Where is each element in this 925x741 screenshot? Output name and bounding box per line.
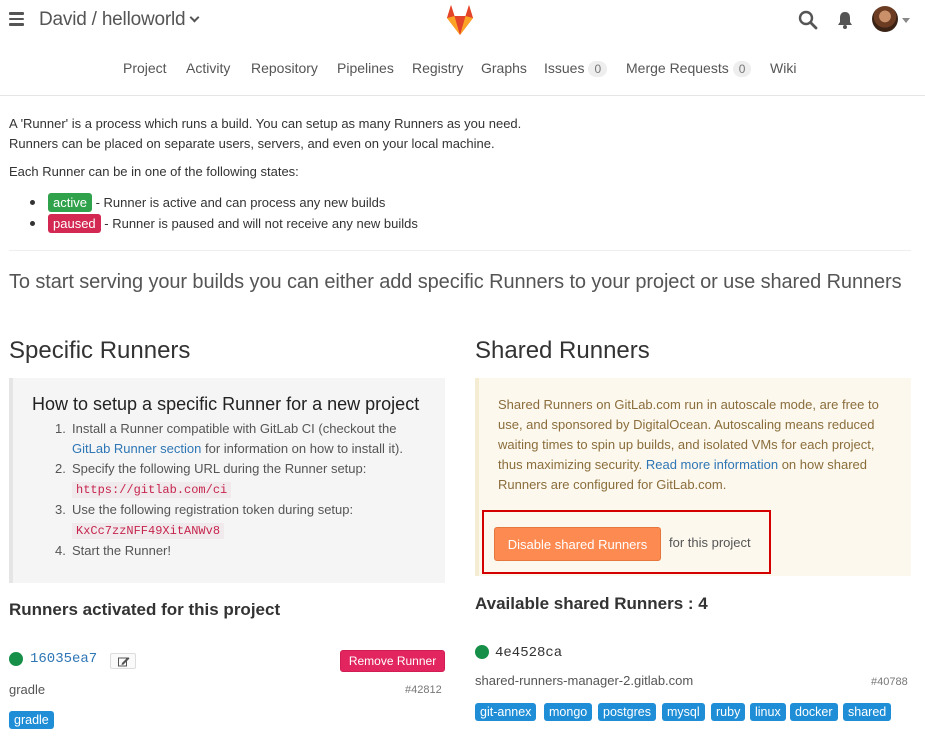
gitlab-logo-icon[interactable] bbox=[442, 2, 478, 38]
bullet-icon bbox=[30, 221, 35, 226]
activated-runners-title: Runners activated for this project bbox=[9, 600, 281, 619]
available-shared-runners-title: Available shared Runners : 4 bbox=[475, 594, 708, 613]
menu-icon[interactable] bbox=[9, 12, 24, 26]
nav-pipelines[interactable]: Pipelines bbox=[337, 60, 394, 76]
runner-description: gradle bbox=[9, 682, 46, 697]
shared-tag: mongo bbox=[544, 703, 593, 721]
runner-intro: A 'Runner' is a process which runs a bui… bbox=[9, 114, 521, 154]
setup-steps: 1. Install a Runner compatible with GitLa… bbox=[55, 419, 403, 561]
step2-text: Specify the following URL during the Run… bbox=[72, 461, 367, 476]
remove-runner-button[interactable]: Remove Runner bbox=[340, 650, 445, 672]
shared-runner-id: 4e4528ca bbox=[495, 645, 563, 661]
shared-tag: ruby bbox=[711, 703, 746, 721]
state-active-row: active - Runner is active and can proces… bbox=[30, 193, 385, 212]
shared-tag: shared bbox=[843, 703, 892, 721]
lead-text: To start serving your builds you can eit… bbox=[9, 271, 902, 293]
nav-merge-requests[interactable]: Merge Requests 0 bbox=[626, 60, 752, 77]
for-project-text: for this project bbox=[669, 535, 751, 550]
shared-tag: mysql bbox=[662, 703, 705, 721]
step1-text: Install a Runner compatible with GitLab … bbox=[72, 421, 397, 436]
shared-runners-title: Shared Runners bbox=[475, 337, 650, 364]
edit-runner-button[interactable] bbox=[110, 653, 136, 669]
read-more-link[interactable]: Read more information bbox=[646, 457, 778, 472]
step3-text: Use the following registration token dur… bbox=[72, 502, 354, 517]
top-header: David / helloworld bbox=[0, 0, 925, 40]
runner-online-icon bbox=[9, 652, 23, 666]
nav-issues-label[interactable]: Issues bbox=[544, 60, 584, 76]
step-1: 1. Install a Runner compatible with GitLa… bbox=[55, 421, 397, 436]
project-title-text[interactable]: David / helloworld bbox=[39, 9, 186, 30]
search-icon[interactable] bbox=[798, 10, 818, 30]
ci-url[interactable]: https://gitlab.com/ci bbox=[72, 482, 232, 498]
active-desc: - Runner is active and can process any n… bbox=[91, 195, 386, 210]
nav-project[interactable]: Project bbox=[123, 60, 167, 76]
nav-graphs[interactable]: Graphs bbox=[481, 60, 527, 76]
step-4: 4. Start the Runner! bbox=[55, 543, 171, 558]
runner-id-link[interactable]: 16035ea7 bbox=[30, 651, 97, 667]
intro-line-1: A 'Runner' is a process which runs a bui… bbox=[9, 116, 522, 131]
paused-label: paused bbox=[48, 214, 101, 233]
step-2: 2. Specify the following URL during the R… bbox=[55, 461, 367, 476]
shared-runner-description: shared-runners-manager-2.gitlab.com bbox=[475, 673, 694, 688]
nav-activity[interactable]: Activity bbox=[186, 60, 230, 76]
project-title[interactable]: David / helloworld bbox=[39, 9, 200, 31]
step1-text-b: for information on how to install it). bbox=[201, 441, 403, 456]
nav-registry[interactable]: Registry bbox=[412, 60, 463, 76]
paused-desc: - Runner is paused and will not receive … bbox=[100, 216, 418, 231]
nav-issues[interactable]: Issues 0 bbox=[544, 60, 608, 77]
user-avatar[interactable] bbox=[872, 6, 898, 32]
step-3: 3. Use the following registration token d… bbox=[55, 502, 354, 517]
nav-repository[interactable]: Repository bbox=[251, 60, 318, 76]
url-row: https://gitlab.com/ci bbox=[55, 479, 403, 500]
step4-text: Start the Runner! bbox=[72, 543, 171, 558]
nav-wiki[interactable]: Wiki bbox=[770, 60, 796, 76]
specific-runners-title: Specific Runners bbox=[9, 337, 191, 364]
project-nav: Project Activity Repository Pipelines Re… bbox=[0, 40, 925, 96]
chevron-down-icon[interactable] bbox=[189, 12, 200, 23]
shared-tag: postgres bbox=[598, 703, 656, 721]
state-paused-row: paused - Runner is paused and will not r… bbox=[30, 214, 418, 233]
avatar-caret-icon[interactable] bbox=[902, 18, 910, 23]
disable-shared-runners-button[interactable]: Disable shared Runners bbox=[494, 527, 661, 561]
runner-number: #42812 bbox=[405, 684, 442, 696]
mr-count-badge: 0 bbox=[732, 61, 752, 77]
step-1-cont: GitLab Runner section for information on… bbox=[55, 439, 403, 459]
shared-runner-number: #40788 bbox=[871, 676, 908, 688]
divider bbox=[9, 250, 911, 251]
edit-icon bbox=[118, 657, 130, 667]
shared-runners-text: Shared Runners on GitLab.com run in auto… bbox=[498, 395, 898, 495]
runner-section-link[interactable]: GitLab Runner section bbox=[72, 441, 201, 456]
runner-tag: gradle bbox=[9, 711, 54, 729]
setup-instructions: How to setup a specific Runner for a new… bbox=[9, 378, 445, 583]
bell-icon[interactable] bbox=[836, 10, 854, 30]
bullet-icon bbox=[30, 200, 35, 205]
shared-tag: linux bbox=[750, 703, 786, 721]
token-row: KxCc7zzNFF49XitANWv8 bbox=[55, 520, 403, 541]
shared-runner-online-icon bbox=[475, 645, 489, 659]
issues-count-badge: 0 bbox=[588, 61, 608, 77]
intro-line-2: Runners can be placed on separate users,… bbox=[9, 136, 495, 151]
shared-tag: git-annex bbox=[475, 703, 537, 721]
shared-tag: docker bbox=[790, 703, 838, 721]
nav-mr-label[interactable]: Merge Requests bbox=[626, 60, 729, 76]
active-label: active bbox=[48, 193, 92, 212]
registration-token[interactable]: KxCc7zzNFF49XitANWv8 bbox=[72, 523, 225, 539]
setup-title: How to setup a specific Runner for a new… bbox=[32, 394, 420, 414]
states-intro: Each Runner can be in one of the followi… bbox=[9, 164, 299, 179]
